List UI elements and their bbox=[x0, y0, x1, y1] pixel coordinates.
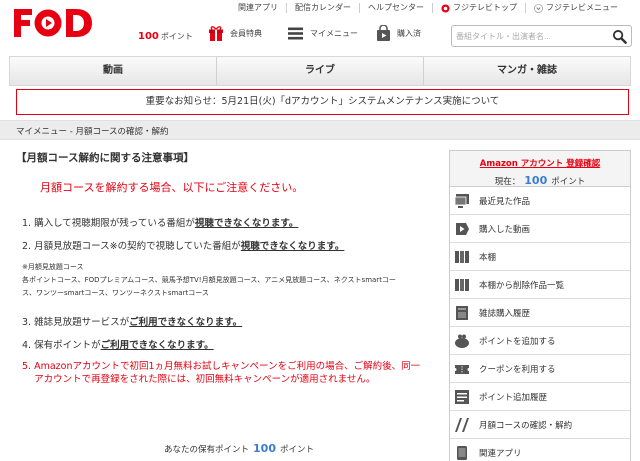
sidebar: Amazon アカウント 登録確認 現在： 100 ポイント 最近見た作品 購入した… bbox=[449, 150, 631, 461]
caution-text: 2. 月額見放題コース※の契約で視聴していた番組が bbox=[22, 241, 241, 252]
owned-points-label: あなたの保有ポイント bbox=[164, 445, 250, 455]
current-points: 現在： 100 ポイント bbox=[450, 174, 630, 187]
caution-item: 2. 月額見放題コース※の契約で視聴していた番組が視聴できなくなります。 bbox=[16, 238, 441, 252]
topnav-related-apps[interactable]: 関連アプリ bbox=[230, 3, 286, 13]
caution-item: 4. 保有ポイントがご利用できなくなります。 bbox=[16, 337, 441, 351]
my-menu-label: マイメニュー bbox=[310, 29, 358, 38]
member-benefits-button[interactable]: 会員特典 bbox=[208, 25, 262, 42]
nav-manga-magazine[interactable]: マンガ・雑誌 bbox=[423, 57, 630, 85]
topnav-fujitv-menu[interactable]: フジテレビメニュー bbox=[525, 3, 626, 13]
owned-points-value: 100 bbox=[253, 442, 276, 455]
page-title: 【月額コース解約に関する注意事項】 bbox=[16, 152, 194, 164]
topnav-label: フジテレビトップ bbox=[453, 3, 517, 12]
topnav-help-center[interactable]: ヘルプセンター bbox=[359, 3, 432, 13]
sidebar-account-box: Amazon アカウント 登録確認 現在： 100 ポイント bbox=[450, 151, 630, 187]
caution-number: 5. bbox=[22, 361, 32, 372]
topnav-label: フジテレビメニュー bbox=[546, 3, 618, 12]
sidebar-item-label: 本棚から削除作品一覧 bbox=[479, 280, 565, 291]
sidebar-item-bookshelf[interactable]: 本棚 bbox=[450, 243, 630, 271]
sidebar-item-label: 本棚 bbox=[479, 252, 497, 263]
caution-text: 3. 雑誌見放題サービスが bbox=[22, 317, 130, 328]
sidebar-item-course-cancel[interactable]: 月額コースの確認・解約 bbox=[450, 411, 630, 439]
caution-text: Amazonアカウントで初回1ヵ月無料お試しキャンペーンをご利用の場合、ご解約後… bbox=[34, 361, 421, 385]
maintenance-notice[interactable]: 重要なお知らせ：5月21日(火)「dアカウント」システムメンテナンス実施について bbox=[16, 89, 629, 115]
nav-video[interactable]: 動画 bbox=[10, 57, 216, 85]
sidebar-item-use-coupon[interactable]: クーポンを利用する bbox=[450, 355, 630, 383]
monitor-icon bbox=[454, 193, 469, 208]
sidebar-item-label: クーポンを利用する bbox=[479, 364, 556, 375]
bookshelf-icon bbox=[455, 250, 469, 263]
sidebar-item-magazine-history[interactable]: 雑誌購入履歴 bbox=[450, 299, 630, 327]
sidebar-item-add-points[interactable]: ポイントを追加する bbox=[450, 327, 630, 355]
caution-item: 1. 購入して視聴期限が残っている番組が視聴できなくなります。 bbox=[16, 215, 441, 229]
fujitv-eye-icon bbox=[441, 3, 450, 13]
amazon-account-link[interactable]: Amazon アカウント 登録確認 bbox=[450, 151, 630, 169]
history-icon bbox=[455, 389, 469, 404]
magazine-icon bbox=[456, 305, 468, 320]
topnav-calendar[interactable]: 配信カレンダー bbox=[286, 3, 359, 13]
coupon-icon bbox=[455, 364, 469, 374]
current-points-label: 現在： bbox=[494, 177, 521, 187]
points-value: 100 bbox=[138, 31, 159, 42]
sidebar-item-recent[interactable]: 最近見た作品 bbox=[450, 187, 630, 215]
topnav-label: 関連アプリ bbox=[238, 3, 278, 12]
search-input[interactable] bbox=[456, 30, 596, 43]
chevron-down-icon bbox=[534, 3, 543, 13]
amazon-campaign-caution: 5. Amazonアカウントで初回1ヵ月無料お試しキャンペーンをご利用の場合、ご… bbox=[16, 360, 441, 386]
caution-emphasis: ご利用できなくなります。 bbox=[129, 317, 243, 328]
caution-text: 4. 保有ポイントが bbox=[22, 340, 101, 351]
sidebar-item-deleted-list[interactable]: 本棚から削除作品一覧 bbox=[450, 271, 630, 299]
topnav-label: 配信カレンダー bbox=[295, 3, 351, 12]
caution-emphasis: 視聴できなくなります。 bbox=[240, 241, 345, 252]
sidebar-item-purchased-videos[interactable]: 購入した動画 bbox=[450, 215, 630, 243]
gift-icon bbox=[209, 26, 223, 41]
course-note-line: ス、ワンツーsmartコース、ワンツーネクストsmartコース bbox=[22, 289, 209, 297]
sidebar-item-label: ポイントを追加する bbox=[479, 336, 556, 347]
topnav-label: ヘルプセンター bbox=[368, 3, 424, 12]
hamburger-menu-icon bbox=[288, 27, 303, 40]
caution-item: 3. 雑誌見放題サービスがご利用できなくなります。 bbox=[16, 314, 441, 328]
current-points-unit: ポイント bbox=[551, 177, 586, 187]
main-content: 【月額コース解約に関する注意事項】 月額コースを解約する場合、以下にご注意くださ… bbox=[16, 150, 441, 455]
current-points-value: 100 bbox=[524, 174, 548, 187]
search-box bbox=[451, 25, 632, 47]
sidebar-item-label: ポイント追加履歴 bbox=[479, 392, 548, 403]
caution-emphasis: 視聴できなくなります。 bbox=[194, 218, 299, 229]
sidebar-item-label: 月額コースの確認・解約 bbox=[479, 420, 573, 431]
bookshelf-remove-icon bbox=[455, 278, 469, 291]
app-icon bbox=[457, 445, 467, 460]
lead-warning: 月額コースを解約する場合、以下にご注意ください。 bbox=[40, 181, 304, 194]
member-benefits-label: 会員特典 bbox=[230, 29, 262, 38]
course-note-title: ※月額見放題コース bbox=[22, 263, 84, 271]
sidebar-item-label: 雑誌購入履歴 bbox=[479, 308, 531, 319]
sidebar-item-related-apps[interactable]: 関連アプリ bbox=[450, 439, 630, 461]
play-tag-icon bbox=[456, 222, 469, 235]
caution-text: 1. 購入して視聴期限が残っている番組が bbox=[22, 218, 195, 229]
sidebar-item-points-history[interactable]: ポイント追加履歴 bbox=[450, 383, 630, 411]
shopping-bag-icon bbox=[377, 25, 390, 41]
purchased-button[interactable]: 購入済 bbox=[376, 25, 421, 42]
sidebar-item-label: 最近見た作品 bbox=[479, 196, 531, 207]
breadcrumb: マイメニュー - 月額コースの確認・解約 bbox=[16, 127, 169, 137]
points-unit: ポイント bbox=[160, 32, 193, 41]
main-nav: 動画 ライブ マンガ・雑誌 bbox=[9, 56, 631, 86]
header-points[interactable]: 100 ポイント bbox=[138, 31, 193, 42]
sidebar-item-label: 購入した動画 bbox=[479, 224, 531, 235]
my-menu-button[interactable]: マイメニュー bbox=[287, 25, 358, 42]
coin-purse-icon bbox=[455, 334, 469, 348]
purchased-label: 購入済 bbox=[397, 29, 421, 38]
course-icon bbox=[455, 417, 469, 432]
sidebar-item-label: 関連アプリ bbox=[479, 448, 522, 459]
owned-points-unit: ポイント bbox=[279, 445, 314, 455]
course-note-line: 各ポイントコース、FODプレミアムコース、競馬予想TV!月額見放題コース、アニメ… bbox=[22, 276, 396, 284]
search-icon[interactable] bbox=[612, 29, 627, 44]
owned-points: あなたの保有ポイント 100 ポイント bbox=[164, 442, 314, 455]
topnav-fujitv-top[interactable]: フジテレビトップ bbox=[432, 3, 525, 13]
header-bar: 100 ポイント 会員特典 マイメニュー 購入済 bbox=[0, 22, 640, 50]
breadcrumb-bar: マイメニュー - 月額コースの確認・解約 bbox=[0, 120, 640, 140]
top-utility-nav: 関連アプリ 配信カレンダー ヘルプセンター フジテレビトップ フジテレビメニュー bbox=[230, 0, 640, 16]
caution-emphasis: ご利用できなくなります。 bbox=[100, 340, 214, 351]
nav-live[interactable]: ライブ bbox=[216, 57, 423, 85]
